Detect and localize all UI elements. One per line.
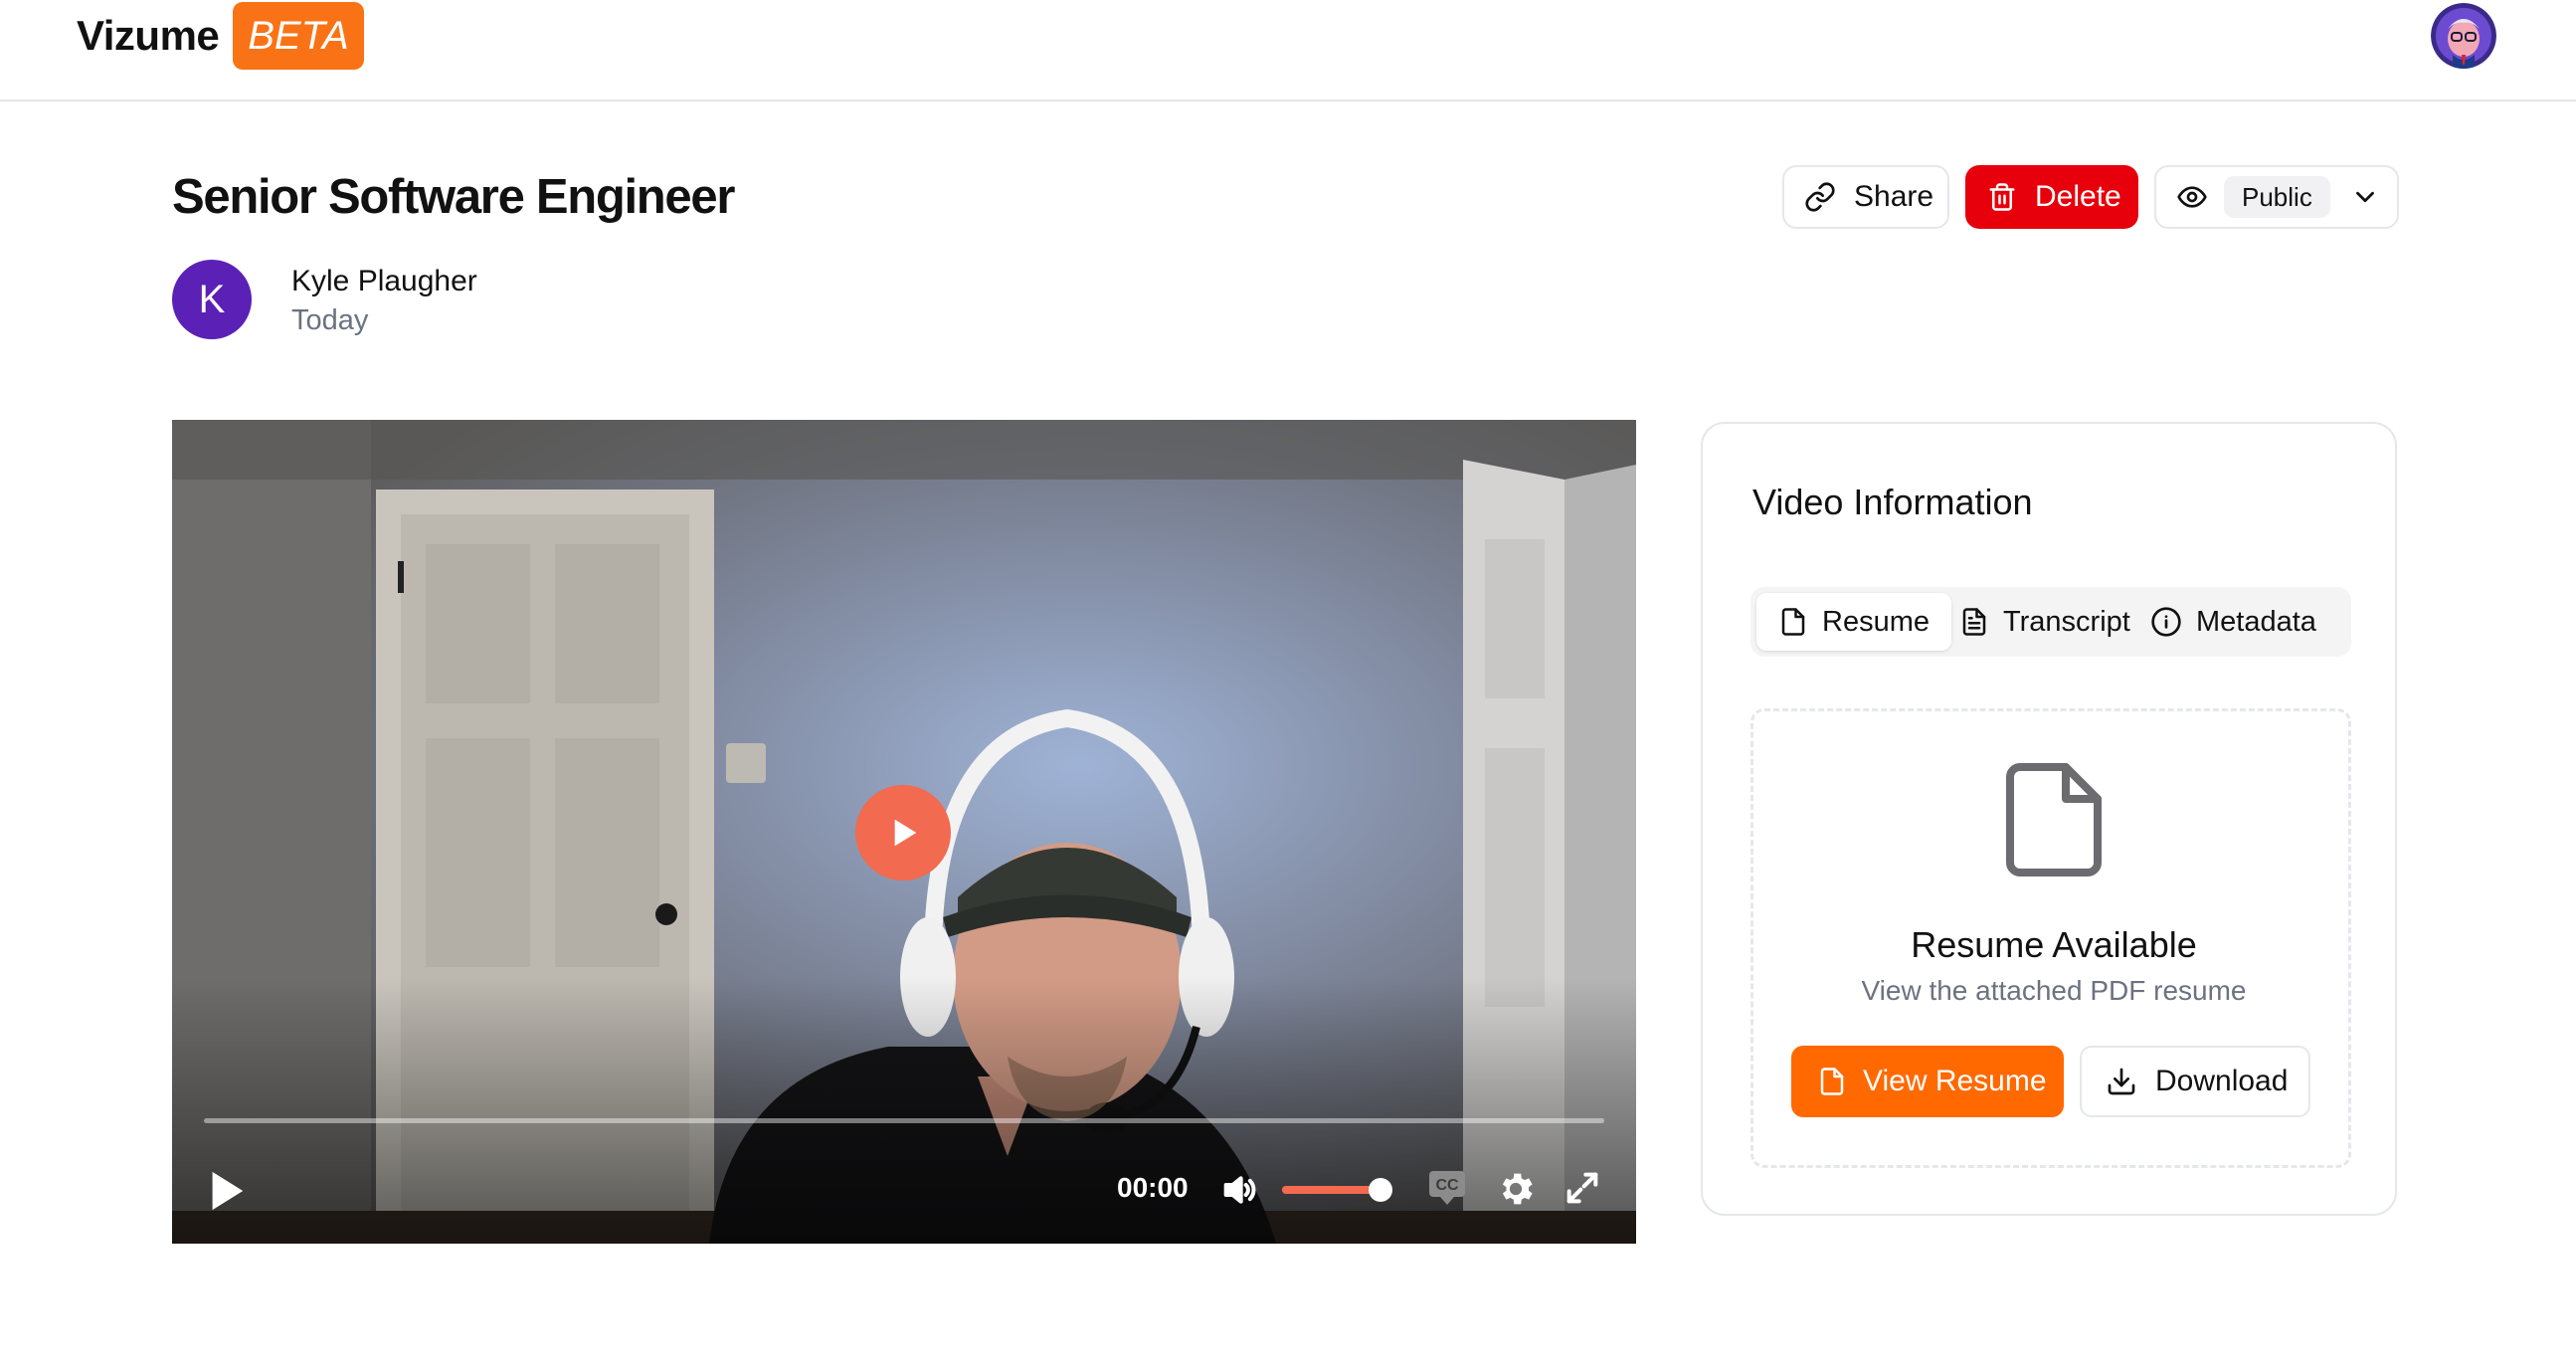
view-resume-button[interactable]: View Resume: [1791, 1046, 2064, 1117]
tab-label: Transcript: [2003, 605, 2130, 638]
tab-metadata[interactable]: Metadata: [2150, 593, 2316, 651]
user-avatar[interactable]: [2431, 3, 2496, 69]
view-resume-label: View Resume: [1863, 1065, 2047, 1097]
download-icon: [2106, 1066, 2137, 1097]
link-icon: [1804, 181, 1836, 213]
page-title: Senior Software Engineer: [172, 170, 735, 224]
play-button[interactable]: [206, 1168, 246, 1214]
current-time: 00:00: [1117, 1172, 1189, 1203]
share-label: Share: [1854, 180, 1934, 213]
video-player[interactable]: 00:00 CC: [172, 420, 1636, 1244]
seek-bar[interactable]: [204, 1118, 1604, 1123]
tab-label: Resume: [1822, 605, 1930, 638]
tab-transcript[interactable]: Transcript: [1959, 593, 2130, 651]
resume-status-subtitle: View the attached PDF resume: [1861, 975, 2247, 1006]
big-play-button[interactable]: [855, 785, 951, 880]
post-date: Today: [291, 304, 369, 336]
top-bar: Vizume BETA: [0, 0, 2576, 101]
author-name: Kyle Plaugher: [291, 265, 477, 297]
svg-text:CC: CC: [1435, 1177, 1459, 1194]
card-title: Video Information: [1752, 482, 2033, 522]
tab-resume[interactable]: Resume: [1756, 593, 1951, 651]
author-avatar: K: [172, 260, 252, 339]
info-tabs: Resume Transcript Metadata: [1750, 587, 2351, 657]
resume-panel: Resume Available View the attached PDF r…: [1750, 708, 2351, 1168]
file-text-icon: [1959, 606, 1989, 638]
volume-level: [1282, 1186, 1381, 1194]
delete-button[interactable]: Delete: [1965, 165, 2138, 229]
visibility-dropdown[interactable]: Public: [2154, 165, 2399, 229]
settings-icon[interactable]: [1495, 1168, 1537, 1210]
play-icon: [212, 1171, 244, 1211]
volume-icon[interactable]: [1218, 1170, 1260, 1210]
download-button[interactable]: Download: [2080, 1046, 2310, 1117]
download-label: Download: [2155, 1065, 2289, 1097]
captions-icon[interactable]: CC: [1428, 1169, 1466, 1209]
delete-label: Delete: [2035, 180, 2121, 213]
brand-logo[interactable]: Vizume: [77, 12, 220, 60]
play-icon: [894, 819, 917, 847]
eye-icon: [2176, 181, 2208, 213]
visibility-value: Public: [2224, 176, 2330, 218]
file-icon: [1817, 1066, 1847, 1097]
controls-gradient: [172, 977, 1636, 1244]
share-button[interactable]: Share: [1782, 165, 1949, 229]
document-icon: [2004, 761, 2104, 878]
fullscreen-icon[interactable]: [1563, 1168, 1602, 1208]
resume-status-title: Resume Available: [1911, 924, 2197, 965]
file-icon: [1778, 606, 1808, 638]
chevron-down-icon: [2350, 182, 2380, 212]
info-icon: [2150, 606, 2182, 638]
volume-slider[interactable]: [1282, 1178, 1393, 1202]
tab-label: Metadata: [2196, 605, 2316, 638]
video-information-card: Video Information Resume Transcript Meta…: [1701, 422, 2397, 1216]
beta-badge: BETA: [233, 2, 364, 70]
trash-icon: [1987, 182, 2017, 212]
